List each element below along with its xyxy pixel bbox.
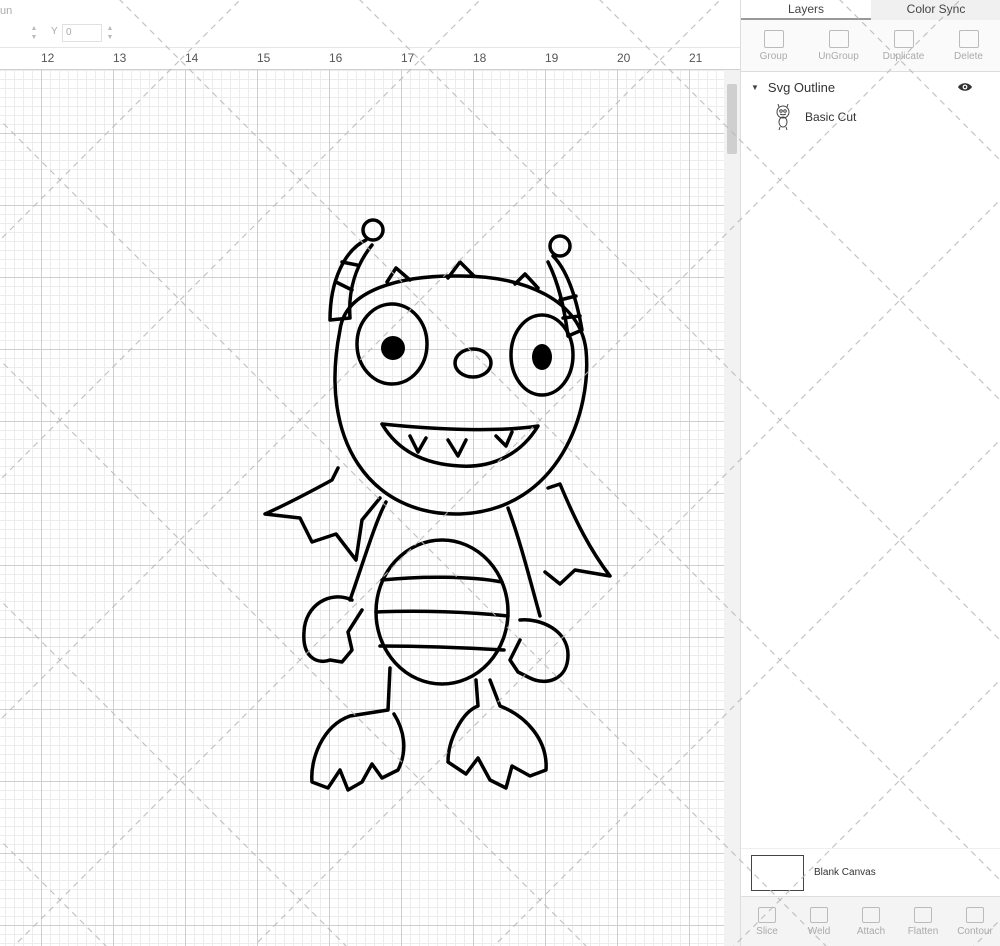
vertical-scrollbar[interactable]: [724, 70, 740, 946]
left-wing: [263, 466, 382, 562]
horizontal-ruler: 12 13 14 15 16 17 18 19 20 21: [0, 48, 740, 70]
slice-button[interactable]: Slice: [741, 897, 793, 946]
monster-thumbnail-icon: [776, 103, 790, 131]
ungroup-icon: [828, 29, 849, 48]
left-pupil: [381, 336, 405, 360]
monster-outline-artwork[interactable]: [0, 70, 724, 946]
left-leg: [310, 666, 406, 792]
layers-list: ▼ Svg Outline Basic Cut: [741, 74, 1000, 134]
delete-button[interactable]: Delete: [936, 20, 1000, 71]
ruler-tick-label: 14: [185, 51, 199, 65]
right-hand: [508, 618, 570, 683]
y-stepper[interactable]: ▲ ▼: [106, 24, 114, 42]
layer-item-label: Basic Cut: [805, 110, 857, 124]
ruler-tick-label: 13: [113, 51, 127, 65]
ruler-tick-label: 21: [689, 51, 703, 65]
duplicate-icon: [893, 29, 914, 48]
group-label: Group: [759, 50, 788, 62]
flatten-button[interactable]: Flatten: [897, 897, 949, 946]
weld-icon: [810, 906, 828, 923]
layer-group-row[interactable]: ▼ Svg Outline: [741, 74, 1000, 100]
body-right: [506, 506, 542, 618]
layer-item[interactable]: Basic Cut: [741, 100, 1000, 134]
ruler-tick-label: 19: [545, 51, 559, 65]
bottom-tools: Slice Weld Attach Flatten Contour: [741, 896, 1000, 946]
flatten-icon: [914, 906, 932, 923]
layer-group-name: Svg Outline: [767, 79, 836, 95]
blank-canvas-row[interactable]: Blank Canvas: [741, 848, 1000, 896]
ruler-tick-label: 12: [41, 51, 55, 65]
contour-button[interactable]: Contour: [949, 897, 1000, 946]
ungroup-label: UnGroup: [818, 50, 859, 62]
y-position-input[interactable]: 0: [62, 24, 102, 42]
tab-color-sync[interactable]: Color Sync: [871, 0, 1000, 20]
ruler-tick-label: 16: [329, 51, 343, 65]
contour-label: Contour: [957, 925, 993, 937]
layers-panel: Layers Color Sync Group UnGroup Duplicat…: [740, 0, 1000, 946]
slice-icon: [758, 906, 776, 923]
ruler-tick-label: 15: [257, 51, 271, 65]
attach-button[interactable]: Attach: [845, 897, 897, 946]
attach-icon: [862, 906, 880, 923]
duplicate-button[interactable]: Duplicate: [871, 20, 936, 71]
ungroup-button[interactable]: UnGroup: [806, 20, 871, 71]
top-toolbar: un ▲ ▼ Y 0 ▲ ▼: [0, 0, 740, 48]
y-label: Y: [48, 24, 60, 42]
left-horn-tip: [361, 218, 385, 242]
right-leg: [446, 678, 548, 790]
nose: [453, 347, 493, 379]
ruler-tick-label: 20: [617, 51, 631, 65]
right-wing: [543, 482, 612, 586]
design-canvas[interactable]: [0, 70, 724, 946]
contour-icon: [966, 906, 984, 923]
slice-label: Slice: [756, 925, 778, 937]
x-stepper[interactable]: ▲ ▼: [30, 24, 38, 42]
blank-canvas-label: Blank Canvas: [814, 867, 876, 878]
belly-stripes: [374, 575, 510, 652]
weld-label: Weld: [807, 925, 831, 937]
caret-down-icon[interactable]: ▼: [751, 83, 759, 92]
delete-label: Delete: [954, 50, 983, 62]
duplicate-label: Duplicate: [882, 50, 925, 62]
attach-label: Attach: [856, 925, 886, 937]
mouth: [380, 422, 540, 468]
scrollbar-thumb[interactable]: [727, 84, 737, 154]
toolbar-label: un: [0, 5, 13, 17]
tab-layers[interactable]: Layers: [741, 0, 871, 20]
weld-button[interactable]: Weld: [793, 897, 845, 946]
trash-icon: [958, 29, 979, 48]
eye-icon[interactable]: [957, 82, 973, 92]
left-hand: [302, 595, 364, 664]
teeth: [408, 430, 514, 458]
ruler-tick-label: 18: [473, 51, 487, 65]
flatten-label: Flatten: [907, 925, 939, 937]
layer-tools: Group UnGroup Duplicate Delete: [741, 20, 1000, 72]
group-button[interactable]: Group: [741, 20, 806, 71]
ruler-tick-label: 17: [401, 51, 415, 65]
group-icon: [763, 29, 784, 48]
right-horn-tip: [548, 234, 572, 258]
blank-canvas-swatch[interactable]: [751, 854, 804, 891]
right-pupil: [532, 344, 552, 370]
panel-tabs: Layers Color Sync: [741, 0, 1000, 20]
